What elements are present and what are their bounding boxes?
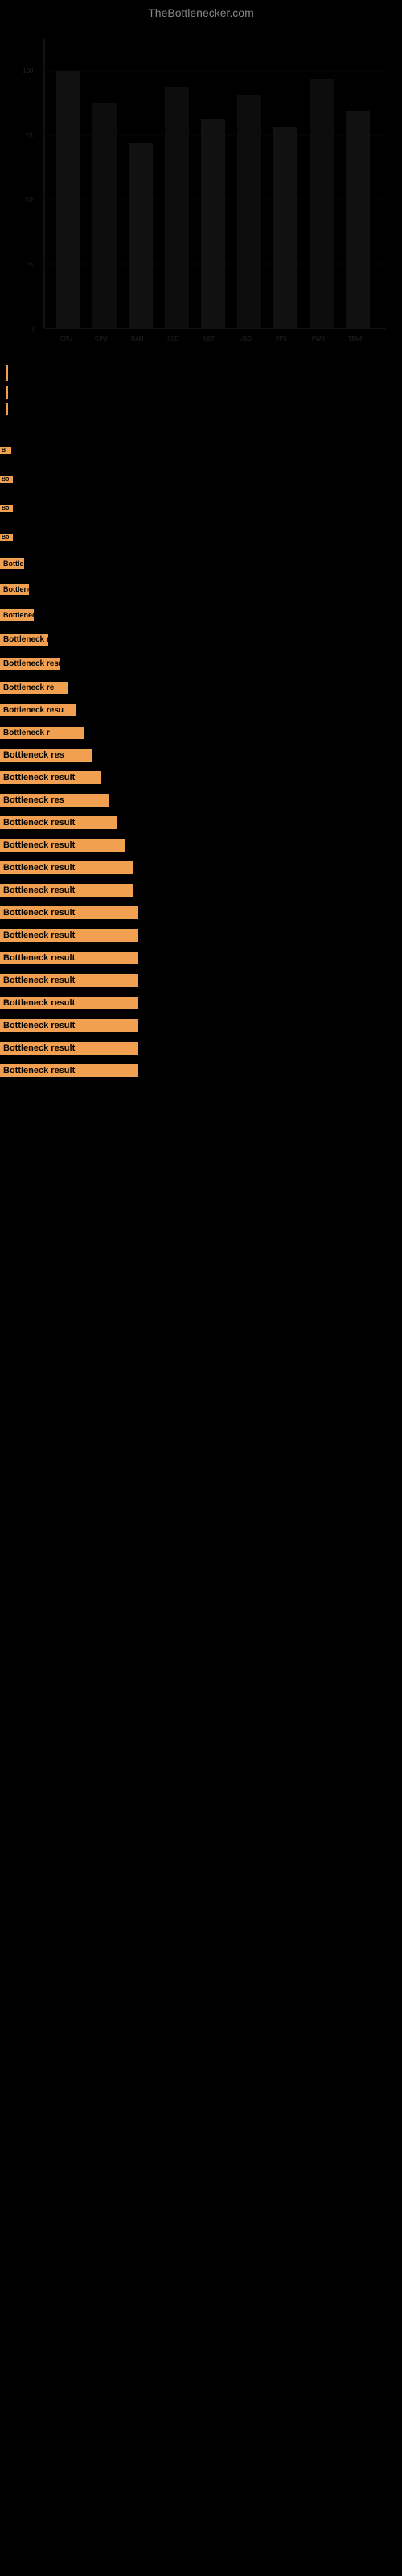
result-row-22: Bottleneck result (0, 950, 402, 964)
result-row-14: Bottleneck result (0, 770, 402, 784)
result-label-21: Bottleneck result (0, 929, 138, 942)
result-row-12: Bottleneck r (0, 724, 402, 739)
result-row-20: Bottleneck result (0, 905, 402, 919)
result-row-9: Bottleneck result (0, 655, 402, 670)
result-label-2: Bo (0, 476, 13, 483)
svg-text:USG: USG (240, 336, 252, 342)
result-label-20: Bottleneck result (0, 906, 138, 919)
result-row-4: Bo (0, 528, 402, 543)
chart-area: 0 25 50 75 100 CPU GPU RAM SSD NET USG F… (0, 23, 402, 361)
result-row-16: Bottleneck result (0, 815, 402, 829)
result-row-8: Bottleneck res (0, 631, 402, 646)
result-label-18: Bottleneck result (0, 861, 133, 874)
result-label-12: Bottleneck r (0, 727, 84, 739)
svg-text:NET: NET (203, 336, 215, 342)
site-title: TheBottlenecker.com (0, 0, 402, 23)
svg-text:PWR: PWR (312, 336, 325, 342)
svg-text:50: 50 (26, 196, 33, 204)
result-label-17: Bottleneck result (0, 839, 125, 852)
result-label-11: Bottleneck resu (0, 704, 76, 716)
svg-text:TEMP: TEMP (348, 336, 364, 342)
result-row-6: Bottleneck r (0, 581, 402, 596)
result-row-15: Bottleneck res (0, 792, 402, 807)
result-row-3: Bo (0, 499, 402, 514)
result-row-24: Bottleneck result (0, 995, 402, 1009)
result-label-16: Bottleneck result (0, 816, 117, 829)
result-label-25: Bottleneck result (0, 1019, 138, 1032)
selector-area-3 (0, 401, 402, 417)
svg-text:75: 75 (26, 132, 33, 139)
result-label-5: Bottlene (0, 558, 24, 569)
result-row-11: Bottleneck resu (0, 702, 402, 716)
result-label-27: Bottleneck result (0, 1064, 138, 1077)
result-row-27: Bottleneck result (0, 1063, 402, 1077)
svg-text:RAM: RAM (131, 336, 144, 342)
result-row-21: Bottleneck result (0, 927, 402, 942)
site-header: TheBottlenecker.com (0, 0, 402, 23)
result-label-14: Bottleneck result (0, 771, 100, 784)
svg-text:SSD: SSD (167, 336, 178, 342)
result-label-9: Bottleneck result (0, 658, 60, 670)
svg-text:100: 100 (23, 68, 34, 75)
result-row-5: Bottlene (0, 555, 402, 570)
result-label-6: Bottleneck r (0, 584, 29, 595)
svg-text:FPS: FPS (276, 336, 287, 342)
result-row-26: Bottleneck result (0, 1040, 402, 1055)
cursor-line-3 (6, 402, 8, 415)
result-label-15: Bottleneck res (0, 794, 109, 807)
selector-area-1 (0, 361, 402, 385)
result-row-10: Bottleneck re (0, 679, 402, 694)
cursor-line-1 (6, 365, 8, 381)
result-row-19: Bottleneck result (0, 882, 402, 897)
result-row-1: B (0, 441, 402, 456)
result-label-7: Bottleneck (0, 609, 34, 621)
result-label-22: Bottleneck result (0, 952, 138, 964)
result-row-7: Bottleneck (0, 607, 402, 621)
result-row-25: Bottleneck result (0, 1018, 402, 1032)
result-label-3: Bo (0, 505, 13, 512)
chart-svg: 0 25 50 75 100 CPU GPU RAM SSD NET USG F… (0, 23, 402, 361)
result-label-10: Bottleneck re (0, 682, 68, 694)
result-row-17: Bottleneck result (0, 837, 402, 852)
result-label-23: Bottleneck result (0, 974, 138, 987)
result-label-19: Bottleneck result (0, 884, 133, 897)
svg-text:GPU: GPU (95, 336, 107, 342)
result-row-2: Bo (0, 470, 402, 485)
svg-text:0: 0 (32, 325, 36, 332)
result-label-13: Bottleneck res (0, 749, 92, 762)
results-container: B Bo Bo Bo Bottlene Bottleneck r Bottlen… (0, 441, 402, 1077)
result-row-18: Bottleneck result (0, 860, 402, 874)
result-label-24: Bottleneck result (0, 997, 138, 1009)
svg-text:CPU: CPU (60, 336, 72, 342)
result-label-1: B (0, 447, 11, 454)
result-row-13: Bottleneck res (0, 747, 402, 762)
svg-text:25: 25 (26, 261, 33, 268)
result-row-23: Bottleneck result (0, 972, 402, 987)
cursor-line-2 (6, 386, 8, 399)
result-label-4: Bo (0, 534, 13, 541)
result-label-26: Bottleneck result (0, 1042, 138, 1055)
result-label-8: Bottleneck res (0, 634, 48, 646)
selector-area-2 (0, 385, 402, 401)
